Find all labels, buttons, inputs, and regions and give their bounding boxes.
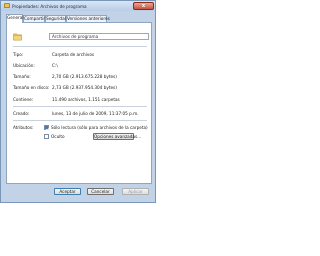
contains-value: 11.490 archivos, 1.151 carpetas — [52, 97, 120, 102]
divider — [13, 46, 147, 47]
folder-icon — [4, 3, 10, 8]
created-label: Creado: — [13, 111, 30, 116]
attributes-label: Atributos: — [13, 125, 34, 130]
type-label: Tipo: — [13, 52, 24, 57]
size-label: Tamaño: — [13, 74, 31, 79]
cancel-button[interactable]: Cancelar — [87, 188, 114, 195]
contains-label: Contiene: — [13, 97, 34, 102]
title-bar[interactable]: Propiedades: Archivos de programa x — [1, 1, 155, 11]
readonly-checkbox-label[interactable]: Sólo lectura (sólo para archivos de la c… — [51, 125, 148, 130]
created-value: lunes, 13 de julio de 2009, 11:37:05 p.m… — [52, 111, 139, 116]
close-button[interactable]: x — [133, 2, 154, 10]
properties-dialog: Propiedades: Archivos de programa x Gene… — [0, 0, 156, 203]
folder-icon — [13, 33, 22, 41]
apply-button[interactable]: Aplicar — [122, 188, 149, 195]
window-title: Propiedades: Archivos de programa — [12, 3, 87, 9]
advanced-options-button[interactable]: Opciones avanzadas... — [93, 133, 141, 140]
size-value: 2,70 GB (2.913.675.228 bytes) — [52, 74, 117, 79]
divider — [13, 120, 147, 121]
tab-versiones-anteriores[interactable]: Versiones anteriores — [66, 15, 110, 22]
location-value: C:\ — [52, 63, 58, 68]
readonly-checkbox[interactable] — [44, 125, 49, 130]
divider — [13, 106, 147, 107]
location-label: Ubicación: — [13, 63, 35, 68]
size-on-disk-value: 2,73 GB (2.937.954.304 bytes) — [52, 85, 117, 90]
hidden-checkbox-label[interactable]: Oculto — [51, 134, 65, 139]
tab-seguridad[interactable]: Seguridad — [45, 15, 67, 22]
type-value: Carpeta de archivos — [52, 52, 95, 57]
tab-general[interactable]: General — [6, 14, 24, 23]
general-panel: Archivos de programa Tipo: Carpeta de ar… — [6, 22, 152, 184]
ok-button[interactable]: Aceptar — [54, 188, 81, 195]
folder-name-input[interactable]: Archivos de programa — [49, 33, 149, 40]
size-on-disk-label: Tamaño en disco: — [13, 85, 50, 90]
hidden-checkbox[interactable] — [44, 134, 49, 139]
tab-compartir[interactable]: Compartir — [23, 15, 45, 22]
